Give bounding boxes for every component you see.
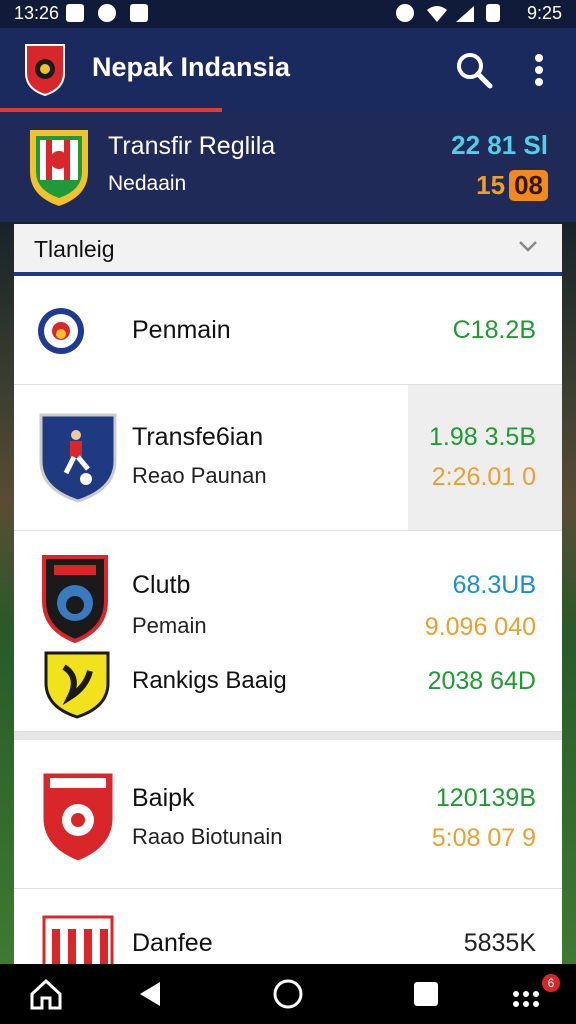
row-value-bottom: 9.096 040 xyxy=(424,613,536,641)
rankings-panel: Tlanleig Penmain C18.2B Transfe6ian Reao… xyxy=(14,224,562,964)
recent-apps-icon[interactable] xyxy=(406,974,446,1014)
notification-icon xyxy=(66,4,84,22)
club-badge-icon xyxy=(38,308,84,354)
home-icon[interactable] xyxy=(26,974,66,1014)
status-bar: 13:26 9:25 xyxy=(0,0,576,28)
wifi-icon xyxy=(427,6,447,22)
featured-value-bottom-a: 15 xyxy=(476,170,506,200)
row-highlight xyxy=(408,385,562,530)
club-crest-icon xyxy=(40,770,116,864)
list-item[interactable]: Penmain C18.2B xyxy=(14,276,562,385)
row-title: Penmain xyxy=(132,316,231,344)
featured-subtitle: Nedaain xyxy=(108,172,187,195)
row-value: C18.2B xyxy=(452,316,536,344)
row-subtitle: Raao Biotunain xyxy=(132,824,283,849)
alarm-icon xyxy=(396,4,414,22)
featured-value-badge: 08 xyxy=(509,170,548,201)
list-item[interactable]: Baipk Raao Biotunain 120139B 5:08 07 9 xyxy=(14,740,562,889)
row-value-top: 120139B xyxy=(435,784,536,812)
row-value-secondary: 2038 64D xyxy=(427,667,536,695)
ranking-dropdown[interactable]: Tlanleig xyxy=(14,224,562,276)
row-value-bottom: 5:08 07 9 xyxy=(431,824,536,852)
row-value-top: 1.98 3.5B xyxy=(428,423,536,451)
chevron-down-icon xyxy=(519,241,537,252)
status-time-right: 9:25 xyxy=(526,3,562,23)
system-nav-bar: 6 xyxy=(0,964,576,1024)
list-item[interactable]: Danfee 5835K xyxy=(14,889,562,964)
row-title: Baipk xyxy=(132,784,195,812)
notification-badge: 6 xyxy=(542,974,560,992)
app-title: Nepak Indansia xyxy=(92,52,291,82)
battery-icon xyxy=(486,4,500,22)
club-emblem-icon xyxy=(44,651,110,719)
featured-value-top: 22 81 Sl xyxy=(451,130,548,160)
row-value-bottom: 2:26.01 0 xyxy=(431,463,536,491)
row-title-secondary: Rankigs Baaig xyxy=(132,667,287,694)
club-crest-icon xyxy=(42,555,108,643)
list-item[interactable]: Transfe6ian Reao Paunan 1.98 3.5B 2:26.0… xyxy=(14,385,562,531)
messenger-icon xyxy=(98,4,116,22)
apps-grid-icon[interactable] xyxy=(506,974,546,1014)
club-crest-icon xyxy=(42,915,114,964)
app-notification-icon xyxy=(130,4,148,22)
app-bar: Nepak Indansia xyxy=(0,28,576,112)
row-title: Transfe6ian xyxy=(132,423,264,451)
section-divider xyxy=(14,732,562,740)
row-subtitle: Reao Paunan xyxy=(132,463,267,488)
row-title: Clutb xyxy=(132,571,191,599)
home-circle-icon[interactable] xyxy=(268,974,308,1014)
row-value-top: 68.3UB xyxy=(452,571,536,599)
featured-club-crest-icon xyxy=(30,130,88,206)
featured-value-bottom: 15 08 xyxy=(476,170,548,201)
player-shield-icon xyxy=(39,413,117,503)
back-icon[interactable] xyxy=(132,974,172,1014)
row-value: 5835K xyxy=(463,929,536,957)
list-item[interactable]: Clutb Pemain 68.3UB 9.096 040 Rankigs Ba… xyxy=(14,531,562,732)
featured-transfer-card[interactable]: Transfir Reglila Nedaain 22 81 Sl 15 08 xyxy=(0,112,576,222)
dropdown-label: Tlanleig xyxy=(34,236,115,262)
search-icon[interactable] xyxy=(452,48,496,92)
more-options-icon[interactable] xyxy=(524,48,554,92)
signal-icon xyxy=(456,6,474,22)
club-logo-icon[interactable] xyxy=(22,41,68,97)
row-subtitle: Pemain xyxy=(132,613,207,638)
row-title: Danfee xyxy=(132,929,213,957)
featured-title: Transfir Reglila xyxy=(108,132,276,160)
status-time-left: 13:26 xyxy=(14,3,60,23)
